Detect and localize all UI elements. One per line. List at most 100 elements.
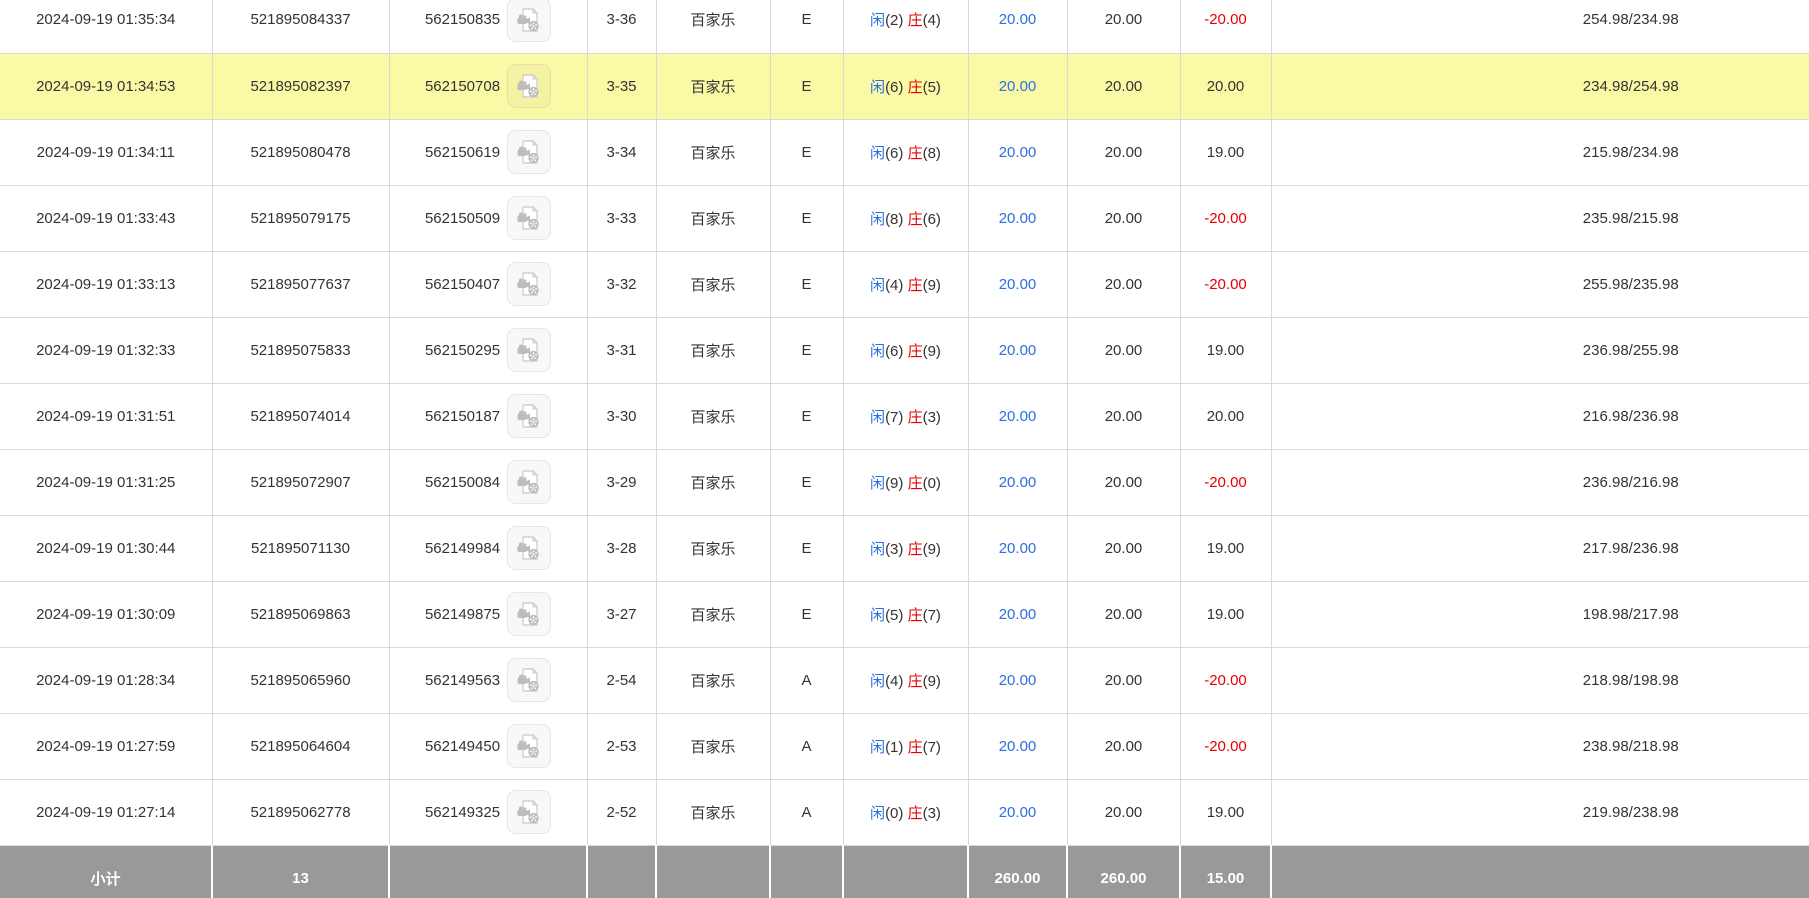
banker-label: 庄: [908, 277, 923, 294]
video-replay-icon: [515, 534, 543, 562]
bet-time-cell: 2024-09-19 01:32:33: [0, 317, 212, 383]
subtotal-empty-cell: [656, 845, 770, 898]
video-replay-button[interactable]: [507, 64, 551, 108]
game-type-cell: 百家乐: [656, 515, 770, 581]
table-code-cell: A: [770, 647, 843, 713]
table-code-cell: E: [770, 449, 843, 515]
shoe-round-cell: 3-28: [587, 515, 656, 581]
round-id-text: 562150509: [425, 210, 500, 227]
balance-cell: 198.98/217.98: [1271, 581, 1809, 647]
bet-time-cell: 2024-09-19 01:31:51: [0, 383, 212, 449]
winloss-cell: 20.00: [1180, 53, 1271, 119]
table-code-cell: E: [770, 581, 843, 647]
winloss-cell: -20.00: [1180, 251, 1271, 317]
balance-cell: 216.98/236.98: [1271, 383, 1809, 449]
banker-score: (0): [923, 475, 941, 492]
video-replay-button[interactable]: [507, 790, 551, 834]
player-score: (4): [885, 277, 903, 294]
result-cell: 闲(7) 庄(3): [843, 383, 968, 449]
banker-score: (7): [923, 607, 941, 624]
player-score: (1): [885, 739, 903, 756]
valid-amount-cell: 20.00: [1067, 251, 1180, 317]
video-replay-button[interactable]: [507, 196, 551, 240]
bet-history-table: 2024-09-19 01:35:34 521895084337 5621508…: [0, 0, 1809, 898]
table-row: 2024-09-19 01:28:34 521895065960 5621495…: [0, 647, 1809, 713]
balance-cell: 255.98/235.98: [1271, 251, 1809, 317]
banker-label: 庄: [908, 739, 923, 756]
table-row: 2024-09-19 01:33:13 521895077637 5621504…: [0, 251, 1809, 317]
valid-amount-cell: 20.00: [1067, 647, 1180, 713]
video-replay-button[interactable]: [507, 724, 551, 768]
balance-cell: 238.98/218.98: [1271, 713, 1809, 779]
game-type-cell: 百家乐: [656, 449, 770, 515]
game-type-cell: 百家乐: [656, 0, 770, 53]
subtotal-label: 小计: [0, 845, 212, 898]
winloss-cell: -20.00: [1180, 0, 1271, 53]
bet-amount-cell: 20.00: [968, 317, 1067, 383]
round-id-cell: 562150295: [389, 317, 587, 383]
round-id-cell: 562150835: [389, 0, 587, 53]
player-label: 闲: [870, 145, 885, 162]
banker-score: (9): [923, 277, 941, 294]
banker-score: (4): [923, 12, 941, 29]
shoe-round-cell: 3-31: [587, 317, 656, 383]
player-label: 闲: [870, 805, 885, 822]
winloss-cell: -20.00: [1180, 713, 1271, 779]
video-replay-button[interactable]: [507, 130, 551, 174]
video-replay-button[interactable]: [507, 394, 551, 438]
bet-time-cell: 2024-09-19 01:34:11: [0, 119, 212, 185]
valid-amount-cell: 20.00: [1067, 779, 1180, 845]
video-replay-button[interactable]: [507, 658, 551, 702]
game-type-cell: 百家乐: [656, 317, 770, 383]
round-id-text: 562150619: [425, 144, 500, 161]
game-type-cell: 百家乐: [656, 119, 770, 185]
bet-amount-cell: 20.00: [968, 0, 1067, 53]
balance-cell: 235.98/215.98: [1271, 185, 1809, 251]
banker-score: (9): [923, 343, 941, 360]
banker-score: (3): [923, 409, 941, 426]
video-replay-button[interactable]: [507, 328, 551, 372]
banker-label: 庄: [908, 607, 923, 624]
bet-amount-cell: 20.00: [968, 515, 1067, 581]
video-replay-button[interactable]: [507, 460, 551, 504]
bet-time-cell: 2024-09-19 01:27:14: [0, 779, 212, 845]
table-code-cell: A: [770, 713, 843, 779]
banker-label: 庄: [908, 475, 923, 492]
subtotal-empty-cell: [587, 845, 656, 898]
table-row: 2024-09-19 01:33:43 521895079175 5621505…: [0, 185, 1809, 251]
video-replay-icon: [515, 798, 543, 826]
table-code-cell: E: [770, 119, 843, 185]
banker-score: (7): [923, 739, 941, 756]
valid-amount-cell: 20.00: [1067, 581, 1180, 647]
subtotal-winloss-total: 15.00: [1180, 845, 1271, 898]
video-replay-button[interactable]: [507, 526, 551, 570]
video-replay-button[interactable]: [507, 0, 551, 42]
result-cell: 闲(0) 庄(3): [843, 779, 968, 845]
balance-cell: 236.98/255.98: [1271, 317, 1809, 383]
player-score: (5): [885, 607, 903, 624]
video-replay-icon: [515, 732, 543, 760]
result-cell: 闲(5) 庄(7): [843, 581, 968, 647]
player-score: (6): [885, 145, 903, 162]
table-row: 2024-09-19 01:31:25 521895072907 5621500…: [0, 449, 1809, 515]
video-replay-button[interactable]: [507, 262, 551, 306]
banker-label: 庄: [908, 12, 923, 29]
table-row: 2024-09-19 01:32:33 521895075833 5621502…: [0, 317, 1809, 383]
subtotal-valid-total: 260.00: [1067, 845, 1180, 898]
bet-time-cell: 2024-09-19 01:30:44: [0, 515, 212, 581]
game-type-cell: 百家乐: [656, 581, 770, 647]
subtotal-count: 13: [212, 845, 389, 898]
round-id-text: 562149563: [425, 672, 500, 689]
player-label: 闲: [870, 739, 885, 756]
round-id-cell: 562149325: [389, 779, 587, 845]
shoe-round-cell: 2-52: [587, 779, 656, 845]
video-replay-button[interactable]: [507, 592, 551, 636]
round-id-cell: 562150084: [389, 449, 587, 515]
bet-id-cell: 521895075833: [212, 317, 389, 383]
banker-label: 庄: [908, 79, 923, 96]
game-type-cell: 百家乐: [656, 713, 770, 779]
banker-label: 庄: [908, 805, 923, 822]
player-label: 闲: [870, 541, 885, 558]
valid-amount-cell: 20.00: [1067, 383, 1180, 449]
bet-amount-cell: 20.00: [968, 185, 1067, 251]
